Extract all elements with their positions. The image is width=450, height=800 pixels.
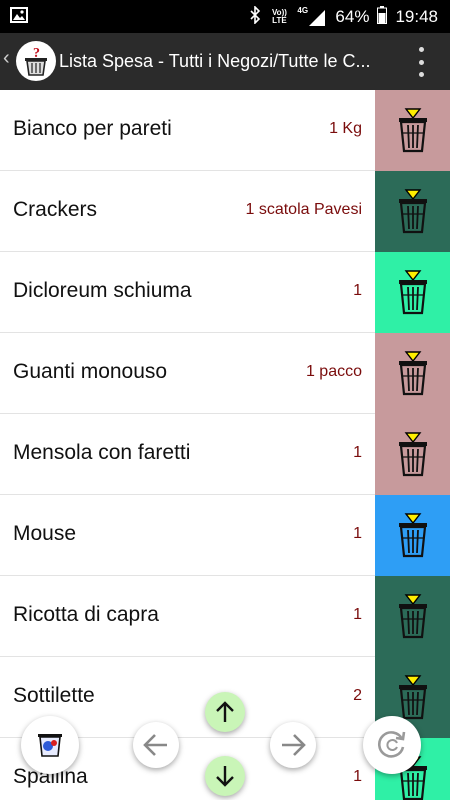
refresh-icon	[378, 731, 406, 758]
trash-bin-icon	[399, 351, 427, 396]
item-bin-button[interactable]	[375, 414, 450, 495]
app-logo-icon[interactable]: ?	[16, 41, 56, 81]
list-item[interactable]: Bianco per pareti 1 Kg	[0, 90, 450, 171]
list-item[interactable]: Guanti monouso 1 pacco	[0, 333, 450, 414]
scroll-down-button[interactable]	[205, 756, 245, 796]
trash-bin-icon	[399, 270, 427, 315]
overflow-menu-icon[interactable]	[416, 47, 426, 77]
volte-indicator: Vo)) LTE	[271, 8, 287, 25]
battery-percentage: 64%	[335, 7, 370, 26]
trash-bin-icon	[399, 108, 427, 153]
trash-bin-icon	[399, 513, 427, 558]
scroll-up-button[interactable]	[205, 692, 245, 732]
cart-icon	[38, 734, 62, 757]
image-notification-icon	[10, 7, 28, 28]
item-bin-button[interactable]	[375, 495, 450, 576]
item-name: Guanti monouso	[13, 360, 168, 383]
signal-icon: 4G	[297, 7, 327, 27]
item-quantity: 1	[353, 606, 362, 623]
page-title: Lista Spesa - Tutti i Negozi/Tutte le C.…	[59, 51, 371, 71]
item-name: Bianco per pareti	[13, 117, 172, 140]
item-bin-button[interactable]	[375, 576, 450, 657]
list-item[interactable]: Crackers 1 scatola Pavesi	[0, 171, 450, 252]
battery-icon	[377, 5, 388, 29]
item-name: Sottilette	[13, 684, 95, 707]
clock: 19:48	[395, 7, 438, 26]
list-item[interactable]: Mensola con faretti 1	[0, 414, 450, 495]
item-name: Crackers	[13, 198, 98, 221]
item-name: Ricotta di capra	[13, 603, 159, 626]
next-button[interactable]	[270, 722, 316, 768]
item-quantity: 2	[353, 687, 362, 704]
item-quantity: 1	[353, 768, 362, 785]
app-screen: Vo)) LTE 4G 64% 19:48 ‹ ? Lista Spesa - …	[0, 0, 450, 800]
item-bin-button[interactable]	[375, 171, 450, 252]
app-bar: ‹ ? Lista Spesa - Tutti i Negozi/Tutte l…	[0, 33, 450, 90]
trash-bin-icon	[399, 189, 427, 234]
item-name: Dicloreum schiuma	[13, 279, 192, 302]
item-quantity: 1	[353, 282, 362, 299]
item-name: Mouse	[13, 522, 77, 545]
item-quantity: 1	[353, 444, 362, 461]
trash-bin-icon	[399, 594, 427, 639]
previous-button[interactable]	[133, 722, 179, 768]
trash-bin-icon	[399, 432, 427, 477]
arrow-down-icon	[216, 766, 234, 787]
item-bin-button[interactable]	[375, 333, 450, 414]
item-quantity: 1 scatola Pavesi	[245, 201, 362, 218]
status-bar: Vo)) LTE 4G 64% 19:48	[0, 0, 450, 33]
list-item[interactable]: Ricotta di capra 1	[0, 576, 450, 657]
list-item[interactable]: Mouse 1	[0, 495, 450, 576]
back-chevron-icon[interactable]: ‹	[3, 47, 10, 70]
arrow-left-icon	[143, 734, 167, 756]
list-item[interactable]: Dicloreum schiuma 1	[0, 252, 450, 333]
item-name: Mensola con faretti	[13, 441, 191, 464]
item-bin-button[interactable]	[375, 90, 450, 171]
bluetooth-icon	[249, 4, 261, 29]
arrow-up-icon	[216, 701, 234, 722]
arrow-right-icon	[282, 734, 306, 756]
item-bin-button[interactable]	[375, 252, 450, 333]
item-quantity: 1	[353, 525, 362, 542]
trash-bin-icon	[399, 675, 427, 720]
refresh-button[interactable]	[363, 716, 421, 774]
cart-button[interactable]	[21, 716, 79, 774]
item-quantity: 1 pacco	[305, 363, 362, 380]
item-quantity: 1 Kg	[329, 120, 362, 137]
